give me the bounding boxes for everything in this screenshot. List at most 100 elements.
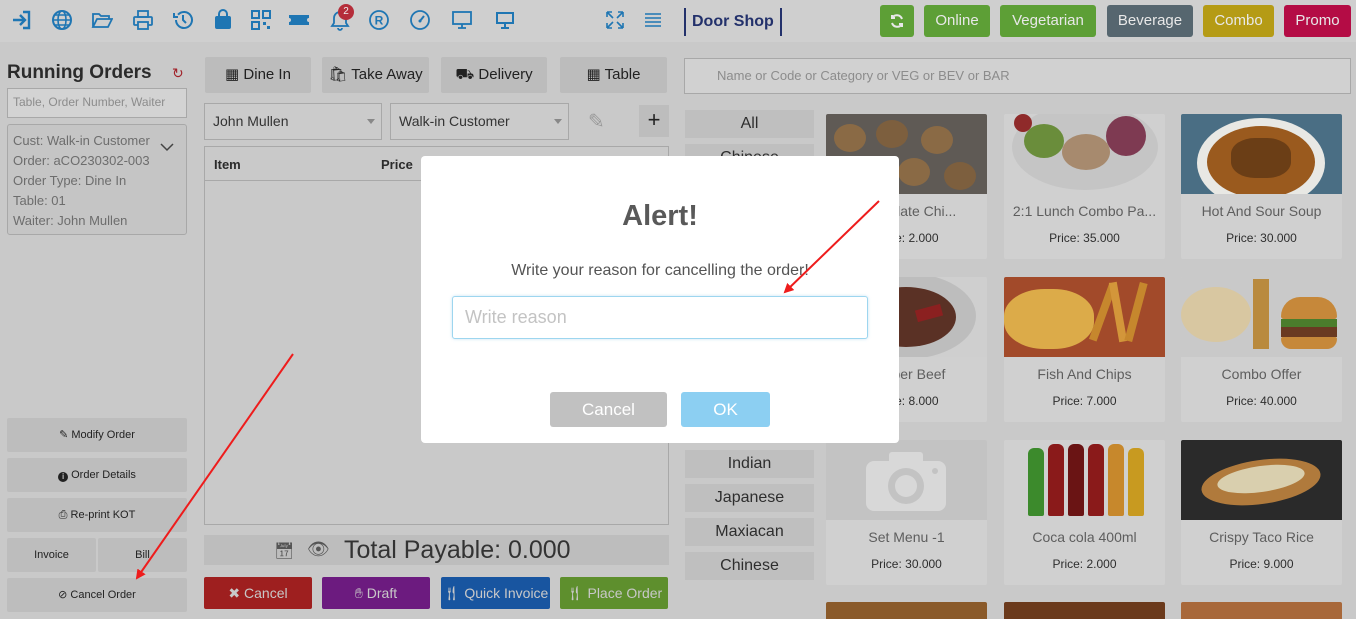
product-card[interactable]: [1004, 602, 1165, 619]
category-vegetarian-button[interactable]: Vegetarian: [1000, 5, 1096, 37]
dropdown-arrow-icon: [367, 119, 375, 124]
total-bar: 📅︎ 👁︎ Total Payable: 0.000: [204, 535, 669, 565]
monitor-icon[interactable]: [451, 9, 475, 31]
ban-icon: ⊘: [58, 589, 68, 601]
cancel-reason-input[interactable]: [452, 296, 868, 339]
category-promo-button[interactable]: Promo: [1284, 5, 1351, 37]
bag-icon: 🛍︎: [328, 66, 348, 83]
order-search-input[interactable]: Table, Order Number, Waiter: [7, 88, 187, 118]
column-item: Item: [214, 157, 241, 172]
customer-select[interactable]: Walk-in Customer: [390, 103, 569, 140]
place-order-button[interactable]: 🍴︎ Place Order: [560, 577, 668, 609]
ticket-icon[interactable]: [288, 9, 312, 31]
running-orders-panel: Running Orders ↻ Table, Order Number, Wa…: [0, 52, 193, 619]
product-card[interactable]: Crispy Taco Rice Price: 9.000: [1181, 440, 1342, 585]
product-search-input[interactable]: Name or Code or Category or VEG or BEV o…: [684, 58, 1351, 94]
order-table: Table: 01: [13, 193, 66, 208]
cancel-button[interactable]: ✖ Cancel: [204, 577, 312, 609]
product-card[interactable]: Hot And Sour Soup Price: 30.000: [1181, 114, 1342, 259]
folder-open-icon[interactable]: [91, 9, 115, 31]
eye-icon[interactable]: 👁︎: [307, 539, 330, 560]
lunch-combo-image: [1004, 114, 1165, 194]
order-customer: Cust: Walk-in Customer: [13, 133, 150, 148]
brand-name: Door Shop: [684, 8, 782, 36]
refresh-orders-icon[interactable]: ↻: [172, 65, 184, 82]
hand-icon: ✋︎: [354, 585, 363, 601]
product-card[interactable]: [826, 602, 987, 619]
draft-button[interactable]: ✋︎ Draft: [322, 577, 430, 609]
category-tab-indian[interactable]: Indian: [685, 450, 814, 478]
product-card[interactable]: [1181, 602, 1342, 619]
chevron-down-icon[interactable]: [160, 140, 174, 154]
dialog-ok-button[interactable]: OK: [681, 392, 770, 427]
table-grid-icon: ▦: [225, 66, 240, 83]
add-customer-button[interactable]: +: [639, 105, 669, 137]
table-grid-icon: ▦: [586, 66, 601, 83]
product-card[interactable]: 2:1 Lunch Combo Pa... Price: 35.000: [1004, 114, 1165, 259]
cancel-order-dialog: Alert! Write your reason for cancelling …: [421, 156, 899, 443]
reprint-kot-button[interactable]: ⎙ Re-print KOT: [7, 498, 187, 532]
utensils-icon: 🍴︎: [565, 585, 584, 601]
product-card[interactable]: Combo Offer Price: 40.000: [1181, 277, 1342, 422]
dashboard-gauge-icon[interactable]: [409, 9, 433, 31]
modify-order-button[interactable]: ✎ Modify Order: [7, 418, 187, 452]
order-details-button[interactable]: i Order Details: [7, 458, 187, 492]
menu-icon[interactable]: [642, 9, 666, 31]
category-tab-japanese[interactable]: Japanese: [685, 484, 814, 512]
category-tab-chinese-2[interactable]: Chinese: [685, 552, 814, 580]
order-waiter: Waiter: John Mullen: [13, 213, 128, 228]
logout-icon[interactable]: [10, 9, 34, 31]
refresh-button[interactable]: [880, 5, 914, 37]
bill-button[interactable]: Bill: [98, 538, 187, 572]
cancel-order-button[interactable]: ⊘ Cancel Order: [7, 578, 187, 612]
crispy-taco-image: [1181, 440, 1342, 520]
dialog-cancel-button[interactable]: Cancel: [550, 392, 667, 427]
history-icon[interactable]: [172, 9, 196, 31]
printer-icon[interactable]: [132, 9, 156, 31]
desktop-icon[interactable]: [494, 9, 518, 31]
product-card[interactable]: Set Menu -1 Price: 30.000: [826, 440, 987, 585]
running-orders-title: Running Orders: [7, 62, 152, 83]
category-tab-all[interactable]: All: [685, 110, 814, 138]
delivery-button[interactable]: ⛟ Delivery: [441, 57, 547, 93]
dialog-message: Write your reason for cancelling the ord…: [511, 262, 809, 279]
quick-invoice-button[interactable]: 🍴︎ Quick Invoice: [441, 577, 550, 609]
truck-icon: ⛟: [455, 66, 475, 83]
camera-placeholder-icon: [826, 440, 987, 520]
top-toolbar: 2 R Door Shop Online Vegetarian Beverage…: [0, 0, 1356, 42]
product-card[interactable]: Fish And Chips Price: 7.000: [1004, 277, 1165, 422]
printer-icon: ⎙: [58, 509, 68, 521]
pencil-icon[interactable]: ✎: [588, 109, 605, 134]
table-button[interactable]: ▦ Table: [560, 57, 667, 93]
shopping-bag-icon[interactable]: [212, 9, 236, 31]
info-icon: i: [58, 472, 69, 482]
category-beverage-button[interactable]: Beverage: [1107, 5, 1193, 37]
fullscreen-icon[interactable]: [604, 9, 628, 31]
order-number: Order: aCO230302-003: [13, 153, 150, 168]
dropdown-arrow-icon: [554, 119, 562, 124]
utensils-icon: 🍴︎: [442, 585, 461, 601]
notification-badge: 2: [338, 4, 354, 20]
column-price: Price: [381, 157, 413, 172]
category-tab-maxiacan[interactable]: Maxiacan: [685, 518, 814, 546]
globe-icon[interactable]: [51, 9, 75, 31]
take-away-button[interactable]: 🛍︎ Take Away: [322, 57, 429, 93]
total-payable: Total Payable: 0.000: [344, 536, 571, 564]
edit-icon: ✎: [59, 429, 69, 441]
calendar-icon[interactable]: 📅︎: [274, 541, 294, 561]
hot-sour-soup-image: [1181, 114, 1342, 194]
dialog-title: Alert!: [622, 200, 698, 232]
coca-cola-image: [1004, 440, 1165, 520]
dine-in-button[interactable]: ▦ Dine In: [205, 57, 311, 93]
registered-icon[interactable]: R: [368, 9, 392, 31]
order-type: Order Type: Dine In: [13, 173, 127, 188]
qr-code-icon[interactable]: [250, 9, 274, 31]
product-card[interactable]: Coca cola 400ml Price: 2.000: [1004, 440, 1165, 585]
invoice-button[interactable]: Invoice: [7, 538, 96, 572]
waiter-select[interactable]: John Mullen: [204, 103, 382, 140]
combo-offer-image: [1181, 277, 1342, 357]
category-online-button[interactable]: Online: [924, 5, 990, 37]
category-combo-button[interactable]: Combo: [1203, 5, 1274, 37]
fish-chips-image: [1004, 277, 1165, 357]
refresh-icon: [891, 14, 903, 28]
